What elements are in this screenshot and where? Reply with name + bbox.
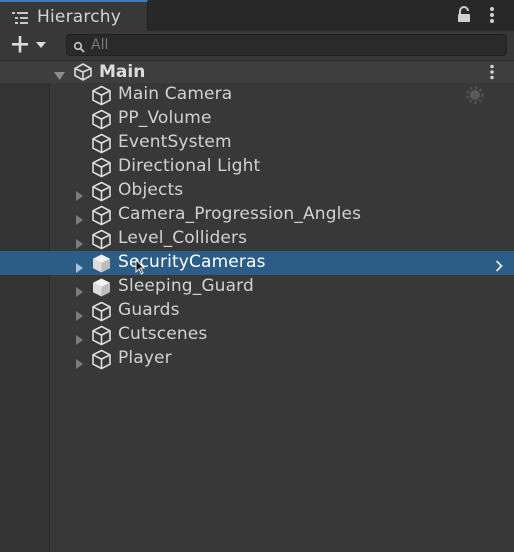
hierarchy-item-label: Level_Colliders	[118, 228, 248, 248]
hierarchy-item-label: Cutscenes	[118, 324, 208, 344]
hierarchy-item[interactable]: Main Camera	[0, 83, 514, 107]
kebab-menu-icon[interactable]	[489, 6, 495, 28]
chevron-down-icon	[36, 42, 46, 48]
hierarchy-item[interactable]: Guards	[0, 299, 514, 323]
mouse-cursor-icon	[135, 258, 146, 279]
lock-icon[interactable]	[457, 6, 471, 28]
hierarchy-item[interactable]: SecurityCameras	[0, 251, 514, 275]
hierarchy-item-label: EventSystem	[118, 132, 232, 152]
create-button[interactable]	[9, 34, 51, 56]
hierarchy-item[interactable]: EventSystem	[0, 131, 514, 155]
hierarchy-item-label: PP_Volume	[118, 108, 212, 128]
kebab-menu-icon[interactable]	[489, 64, 495, 84]
hierarchy-item-label: Main Camera	[118, 84, 233, 104]
hierarchy-item[interactable]: Camera_Progression_Angles	[0, 203, 514, 227]
foldout-collapsed-icon[interactable]	[75, 354, 84, 373]
hierarchy-item-label: Directional Light	[118, 156, 261, 176]
hierarchy-item-label: Player	[118, 348, 172, 368]
hierarchy-item-label: Camera_Progression_Angles	[118, 204, 362, 224]
search-field[interactable]	[66, 34, 507, 56]
hierarchy-item[interactable]: Player	[0, 347, 514, 371]
tab-title: Hierarchy	[37, 7, 121, 27]
hierarchy-list-icon	[12, 10, 30, 29]
hierarchy-item-label: Sleeping_Guard	[118, 276, 254, 296]
hierarchy-item[interactable]: Objects	[0, 179, 514, 203]
tab-hierarchy[interactable]: Hierarchy	[0, 0, 148, 31]
tab-bar: Hierarchy	[0, 0, 514, 31]
chevron-right-icon[interactable]	[495, 257, 503, 276]
gear-icon	[464, 85, 486, 109]
search-input[interactable]	[91, 35, 491, 55]
hierarchy-item-label: Guards	[118, 300, 180, 320]
hierarchy-item[interactable]: Cutscenes	[0, 323, 514, 347]
search-icon	[73, 39, 86, 58]
cube-icon	[91, 349, 112, 374]
hierarchy-item[interactable]: PP_Volume	[0, 107, 514, 131]
unity-logo-icon	[73, 63, 93, 85]
scene-row-main[interactable]: Main	[0, 61, 514, 83]
hierarchy-item[interactable]: Level_Colliders	[0, 227, 514, 251]
hierarchy-item-label: Objects	[118, 180, 184, 200]
hierarchy-item[interactable]: Directional Light	[0, 155, 514, 179]
toolbar	[0, 31, 514, 61]
hierarchy-item[interactable]: Sleeping_Guard	[0, 275, 514, 299]
scene-name: Main	[99, 62, 146, 82]
